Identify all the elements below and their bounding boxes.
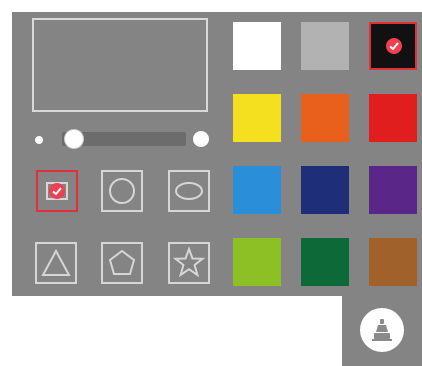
fill-tool-button[interactable] [360, 308, 404, 352]
shape-preview [32, 18, 208, 112]
color-swatch-navy[interactable] [301, 166, 349, 214]
min-size-icon [35, 136, 43, 144]
color-swatch-brown[interactable] [369, 238, 417, 286]
triangle-icon [41, 248, 71, 276]
color-swatch-yellow[interactable] [233, 94, 281, 142]
star-icon [172, 246, 206, 278]
color-swatch-light-gray[interactable] [301, 22, 349, 70]
ellipse-icon [175, 182, 203, 200]
color-swatch-green[interactable] [301, 238, 349, 286]
color-swatch-blue[interactable] [233, 166, 281, 214]
paint-fill-icon [372, 319, 392, 341]
shape-star-button[interactable] [168, 242, 210, 284]
color-swatch-white[interactable] [233, 22, 281, 70]
shape-square-button[interactable] [36, 170, 78, 212]
shape-ellipse-button[interactable] [168, 170, 210, 212]
color-swatch-lime[interactable] [233, 238, 281, 286]
shape-pentagon-button[interactable] [101, 242, 143, 284]
shape-triangle-button[interactable] [35, 242, 77, 284]
shape-circle-button[interactable] [101, 170, 143, 212]
color-swatch-orange[interactable] [301, 94, 349, 142]
max-size-icon [193, 131, 209, 147]
color-swatch-red[interactable] [369, 94, 417, 142]
selected-check-icon [49, 183, 65, 199]
circle-icon [109, 178, 135, 204]
color-swatch-purple[interactable] [369, 166, 417, 214]
selected-check-icon [386, 38, 402, 54]
color-swatch-black[interactable] [369, 22, 417, 70]
pentagon-icon [108, 249, 136, 275]
